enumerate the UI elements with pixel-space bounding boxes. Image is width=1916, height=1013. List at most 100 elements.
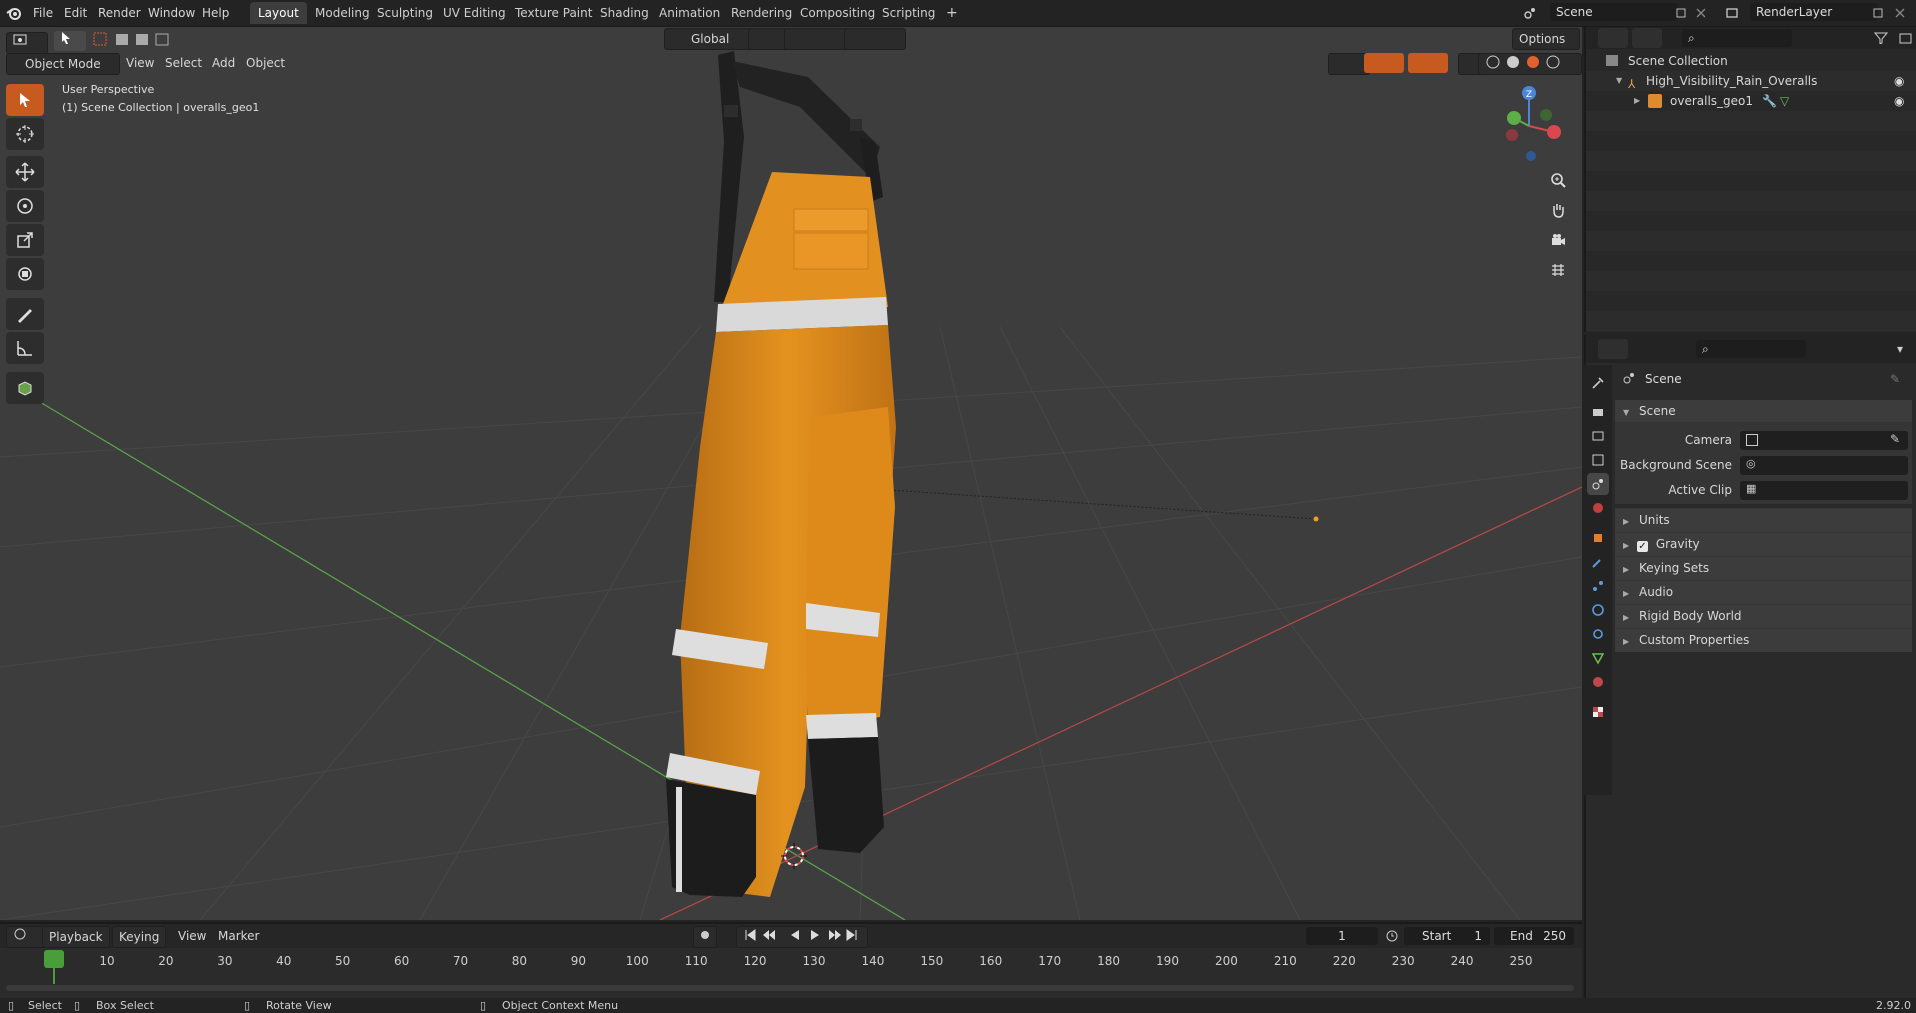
tab-uv-editing[interactable]: UV Editing (435, 2, 514, 24)
audio-panel[interactable]: ▶ Audio (1615, 580, 1912, 604)
units-panel[interactable]: ▶ Units (1615, 508, 1912, 532)
tool-tab-icon[interactable] (1587, 372, 1609, 394)
pin-icon[interactable]: ✎ (1890, 372, 1900, 386)
proportional-edit-icon[interactable] (844, 28, 906, 50)
keying-sets-panel[interactable]: ▶ Keying Sets (1615, 556, 1912, 580)
gravity-panel[interactable]: ▶ ✓ Gravity (1615, 532, 1912, 556)
scene-icon[interactable] (1520, 3, 1540, 23)
end-frame-field[interactable]: End 250 (1494, 927, 1574, 945)
select-box-tool-icon[interactable] (6, 84, 44, 116)
rotate-tool-icon[interactable] (6, 190, 44, 222)
add-cube-tool-icon[interactable] (6, 372, 44, 404)
transform-tool-icon[interactable] (6, 258, 44, 290)
scale-tool-icon[interactable] (6, 224, 44, 256)
renderlayer-selector[interactable]: RenderLayer (1750, 3, 1878, 21)
active-clip-field[interactable]: ▦ (1740, 481, 1908, 500)
outliner-row-collection[interactable]: ▼ ⅄ High_Visibility_Rain_Overalls ◉ (1586, 71, 1916, 91)
zoom-icon[interactable] (1545, 167, 1571, 193)
record-icon[interactable] (693, 926, 717, 948)
start-frame-field[interactable]: Start 1 (1404, 927, 1490, 945)
menu-help[interactable]: Help (196, 3, 235, 23)
object-mode-dropdown[interactable]: Object Mode (6, 53, 120, 75)
outliner-search-input[interactable]: ⌕ (1682, 29, 1792, 47)
output-tab-icon[interactable] (1587, 425, 1609, 447)
properties-search-input[interactable]: ⌕ (1696, 340, 1806, 358)
scene-panel-header[interactable]: ▼ Scene (1615, 400, 1912, 422)
object-tab-icon[interactable] (1587, 527, 1609, 549)
playback-controls[interactable] (736, 926, 868, 948)
menu-render[interactable]: Render (92, 3, 147, 23)
timeline-scrollbar[interactable] (6, 985, 1574, 991)
annotate-tool-icon[interactable] (6, 298, 44, 330)
render-tab-icon[interactable] (1587, 401, 1609, 423)
expand-icon[interactable]: ▼ (1616, 71, 1622, 91)
new-collection-icon[interactable] (1896, 28, 1916, 48)
timeline-playback-menu[interactable]: Playback (42, 926, 110, 948)
timeline-view-menu[interactable]: View (172, 926, 212, 946)
close-icon[interactable] (1691, 3, 1711, 23)
clock-icon[interactable] (1382, 926, 1402, 946)
expand-icon[interactable]: ▶ (1634, 91, 1640, 111)
particles-tab-icon[interactable] (1587, 575, 1609, 597)
modifier-tab-icon[interactable] (1587, 551, 1609, 573)
view-layer-tab-icon[interactable] (1587, 449, 1609, 471)
tab-modeling[interactable]: Modeling (307, 2, 378, 24)
timeline-editor-icon[interactable] (6, 926, 44, 948)
outliner-row-object[interactable]: ▶ overalls_geo1 🔧 ▽ ◉ (1586, 91, 1916, 111)
blender-logo-icon[interactable] (5, 4, 23, 22)
editor-type-icon[interactable] (6, 32, 48, 54)
current-frame-field[interactable]: 1 (1306, 927, 1378, 945)
ortho-grid-icon[interactable] (1545, 257, 1571, 283)
outliner-row-scene-collection[interactable]: Scene Collection (1586, 51, 1916, 71)
transform-orientation-dropdown[interactable]: Global (664, 28, 754, 50)
eye-icon[interactable]: ◉ (1894, 71, 1904, 91)
tab-sculpting[interactable]: Sculpting (369, 2, 441, 24)
select-tool-icon[interactable] (54, 31, 86, 51)
frame-marker[interactable] (44, 950, 64, 968)
viewport-menu-select[interactable]: Select (159, 53, 208, 73)
mesh-data-tab-icon[interactable] (1587, 647, 1609, 669)
shading-mode-icons[interactable] (1478, 53, 1582, 75)
viewport-menu-add[interactable]: Add (206, 53, 241, 73)
copy-icon[interactable] (1671, 3, 1691, 23)
chevron-down-icon[interactable]: ▾ (1890, 339, 1910, 359)
constraints-tab-icon[interactable] (1587, 623, 1609, 645)
pan-hand-icon[interactable] (1545, 197, 1571, 223)
move-tool-icon[interactable] (6, 156, 44, 188)
modifier-wrench-icon[interactable]: 🔧 (1762, 91, 1777, 111)
eyedropper-icon[interactable]: ✎ (1890, 432, 1900, 446)
background-scene-field[interactable]: ◎ (1740, 456, 1908, 475)
selection-mode-icons[interactable] (86, 31, 188, 51)
custom-properties-panel[interactable]: ▶ Custom Properties (1615, 628, 1912, 652)
properties-editor-icon[interactable] (1598, 339, 1628, 359)
close-icon[interactable] (1890, 3, 1910, 23)
3d-viewport[interactable]: User Perspective (1) Scene Collection | … (0, 27, 1582, 920)
tab-shading[interactable]: Shading (592, 2, 657, 24)
mesh-data-icon[interactable]: ▽ (1780, 91, 1789, 111)
menu-window[interactable]: Window (142, 3, 201, 23)
tab-rendering[interactable]: Rendering (723, 2, 800, 24)
copy-icon[interactable] (1868, 3, 1888, 23)
tab-texture-paint[interactable]: Texture Paint (507, 2, 600, 24)
filter-icon[interactable] (1866, 28, 1896, 48)
timeline-marker-menu[interactable]: Marker (212, 926, 265, 946)
tab-compositing[interactable]: Compositing (792, 2, 883, 24)
renderlayer-icon[interactable] (1722, 3, 1742, 23)
viewport-menu-object[interactable]: Object (240, 53, 291, 73)
gizmo-toggle-icon[interactable] (1364, 53, 1404, 73)
cursor-tool-icon[interactable] (6, 118, 44, 150)
eye-icon[interactable]: ◉ (1894, 91, 1904, 111)
world-tab-icon[interactable] (1587, 497, 1609, 519)
display-mode-icon[interactable] (1632, 28, 1662, 48)
scene-tab-icon[interactable] (1587, 473, 1609, 495)
camera-field[interactable]: ✎ (1740, 431, 1908, 450)
physics-tab-icon[interactable] (1587, 599, 1609, 621)
outliner-editor-icon[interactable] (1598, 28, 1628, 48)
rigid-body-world-panel[interactable]: ▶ Rigid Body World (1615, 604, 1912, 628)
overlays-toggle-icon[interactable] (1408, 53, 1448, 73)
camera-view-icon[interactable] (1545, 227, 1571, 253)
material-tab-icon[interactable] (1587, 671, 1609, 693)
timeline-keying-menu[interactable]: Keying (112, 926, 167, 948)
add-workspace-button[interactable]: + (938, 2, 966, 24)
tab-layout[interactable]: Layout (250, 2, 307, 24)
